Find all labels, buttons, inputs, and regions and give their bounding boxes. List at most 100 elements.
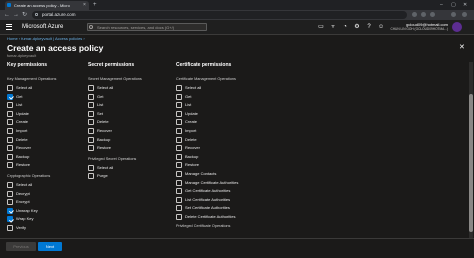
profile-icon[interactable] (421, 12, 426, 17)
checkbox[interactable] (88, 173, 94, 180)
permission-checkbox-row[interactable]: Set (88, 110, 188, 118)
checkbox[interactable] (88, 145, 94, 152)
checkbox-label: Select all (16, 182, 33, 187)
window-close-button[interactable]: ✕ (463, 1, 467, 9)
checkbox-label: Get (185, 93, 192, 99)
checkbox[interactable] (88, 164, 94, 171)
checkbox-label: Import (16, 128, 28, 133)
close-icon[interactable]: ✕ (459, 44, 465, 52)
extension-icon[interactable] (412, 12, 417, 17)
checkbox-label: Recover (97, 128, 112, 133)
checkbox[interactable] (176, 188, 182, 195)
permission-checkbox-row[interactable]: Backup (88, 136, 188, 144)
scrollbar-thumb[interactable] (469, 94, 473, 232)
checkbox-checked[interactable] (7, 216, 13, 223)
checkbox[interactable] (88, 119, 94, 126)
checkbox[interactable] (7, 136, 13, 143)
checkbox[interactable] (7, 145, 13, 152)
next-button[interactable]: Next (38, 242, 62, 251)
checkbox[interactable] (7, 162, 13, 169)
checkbox-label: Delete (185, 136, 197, 142)
checkbox[interactable] (176, 179, 182, 186)
checkbox-label: Update (185, 110, 198, 116)
certificate-permissions-column: Certificate Management Operations Select … (176, 0, 286, 238)
permission-checkbox-row[interactable]: Restore (88, 144, 188, 152)
bell-icon[interactable]: ◔ (342, 24, 348, 30)
key-permissions-column: Key Management Operations Select all Get Li… (7, 0, 87, 238)
previous-button[interactable]: Previous (6, 242, 36, 251)
checkbox[interactable] (176, 162, 182, 169)
checkbox-label: Set (97, 110, 104, 116)
avatar[interactable] (452, 22, 462, 32)
checkbox[interactable] (7, 182, 13, 188)
permission-checkbox-row[interactable]: List (88, 101, 188, 109)
checkbox[interactable] (7, 190, 13, 197)
checkbox[interactable] (7, 110, 13, 117)
filter-icon[interactable]: ▿ (330, 24, 336, 30)
checkbox-label: Purge (97, 173, 108, 179)
checkbox[interactable] (176, 153, 182, 160)
checkbox[interactable] (7, 199, 13, 206)
checkbox[interactable] (7, 102, 13, 109)
permission-checkbox-row[interactable]: Get (88, 93, 188, 101)
permission-checkbox-row[interactable]: List (176, 101, 276, 109)
checkbox[interactable] (88, 85, 94, 91)
checkbox-label: Backup (185, 153, 199, 159)
permission-checkbox-row[interactable]: Delete (176, 136, 276, 144)
checkbox-label: Recover (16, 145, 31, 151)
permission-checkbox-row[interactable]: Import (176, 127, 276, 135)
checkbox[interactable] (88, 128, 94, 134)
gear-icon[interactable]: ⚙ (354, 24, 360, 30)
checkbox[interactable] (7, 119, 13, 126)
checkbox[interactable] (176, 128, 182, 134)
terminal-icon[interactable]: ▭ (318, 24, 324, 30)
checkbox[interactable] (88, 93, 94, 100)
checkbox[interactable] (176, 136, 182, 143)
permission-checkbox-row[interactable]: Delete (88, 118, 188, 126)
checkbox-label: Select all (97, 164, 114, 170)
permission-checkbox-row[interactable]: Purge (88, 172, 188, 180)
checkbox[interactable] (176, 196, 182, 203)
checkbox[interactable] (7, 153, 13, 160)
permission-checkbox-row[interactable]: Recover (176, 144, 276, 152)
checkbox[interactable] (176, 205, 182, 212)
checkbox-checked[interactable] (7, 207, 13, 214)
permission-checkbox-row[interactable]: Create (176, 118, 276, 126)
permission-checkbox-row[interactable]: Restore (176, 161, 276, 169)
permission-checkbox-row[interactable]: Update (176, 110, 276, 118)
checkbox-label: Create (16, 119, 29, 125)
permission-checkbox-row[interactable]: Backup (176, 153, 276, 161)
browser-menu-icon[interactable] (462, 12, 467, 17)
permission-checkbox-row[interactable]: Get (176, 93, 276, 101)
checkbox[interactable] (7, 128, 13, 134)
permission-checkbox-row[interactable]: Delete Certificate Authorities (176, 213, 276, 221)
checkbox[interactable] (176, 85, 182, 91)
permission-checkbox-row[interactable]: Select all (88, 84, 188, 92)
checkbox[interactable] (176, 214, 182, 220)
permission-checkbox-row[interactable]: Manage Certificate Authorities (176, 179, 276, 187)
maximize-button[interactable]: ▢ (451, 1, 456, 9)
permission-checkbox-row[interactable]: Get Certificate Authorities (176, 187, 276, 195)
checkbox[interactable] (7, 85, 13, 91)
checkbox[interactable] (176, 110, 182, 117)
checkbox[interactable] (176, 102, 182, 109)
checkbox-checked[interactable] (7, 93, 13, 100)
checkbox[interactable] (88, 102, 94, 109)
checkbox[interactable] (176, 93, 182, 100)
checkbox[interactable] (88, 110, 94, 117)
permission-checkbox-row[interactable]: Recover (88, 127, 188, 135)
permission-checkbox-row[interactable]: List Certificate Authorities (176, 196, 276, 204)
permission-checkbox-row[interactable]: Select all (176, 84, 276, 92)
checkbox[interactable] (176, 171, 182, 177)
permission-checkbox-row[interactable]: Manage Contacts (176, 170, 276, 178)
checkbox[interactable] (176, 145, 182, 152)
extension-icon[interactable] (430, 12, 435, 17)
profile-avatar-icon[interactable] (451, 12, 456, 17)
checkbox-label: List (185, 102, 192, 108)
checkbox[interactable] (176, 119, 182, 126)
minimize-button[interactable]: – (440, 1, 443, 9)
checkbox[interactable] (7, 225, 13, 231)
permission-checkbox-row[interactable]: Select all (88, 164, 188, 172)
checkbox[interactable] (88, 136, 94, 143)
permission-checkbox-row[interactable]: Set Certificate Authorities (176, 204, 276, 212)
